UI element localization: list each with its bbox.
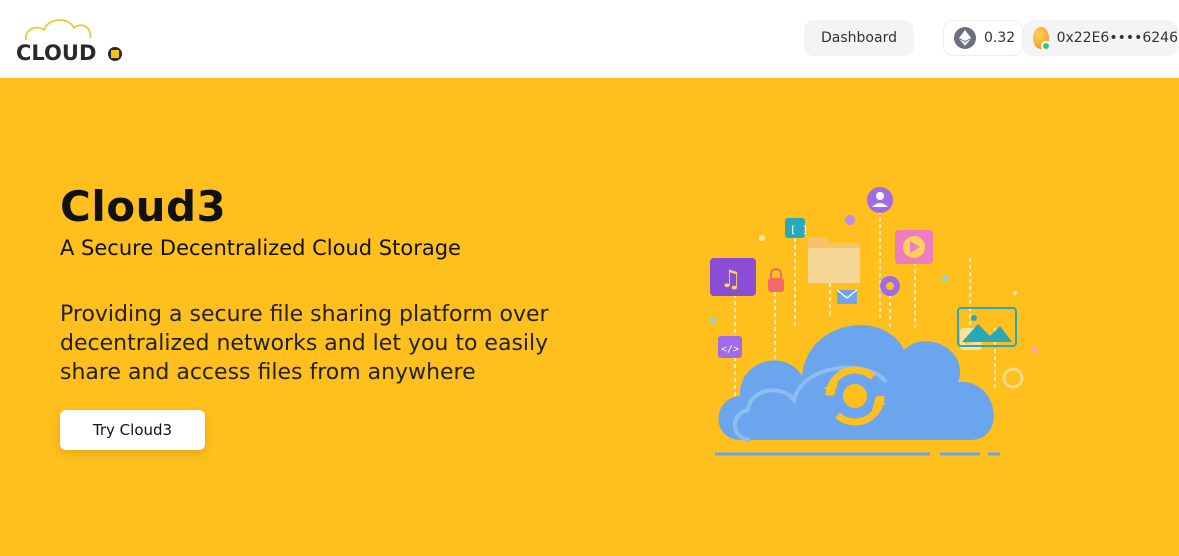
try-cloud3-button[interactable]: Try Cloud3 xyxy=(60,410,205,450)
try-cloud3-label: Try Cloud3 xyxy=(92,421,173,439)
hero-description: Providing a secure file sharing platform… xyxy=(60,302,549,385)
connected-status-icon xyxy=(1040,41,1051,51)
balance-value: 0.32 xyxy=(984,30,1016,46)
dashboard-label: Dashboard xyxy=(821,30,897,46)
cloud-storage-illustration: [ ] ♫ ⇄ xyxy=(690,178,1050,468)
svg-text:♫: ♫ xyxy=(720,265,742,293)
account-avatar xyxy=(1033,27,1051,51)
gear-icon xyxy=(1002,367,1024,389)
user-icon xyxy=(867,187,893,213)
ethereum-icon xyxy=(954,27,976,49)
wallet-address: 0x22E6••••6246 xyxy=(1056,30,1178,46)
music-icon: ♫ xyxy=(710,258,756,296)
image-gallery-icon xyxy=(957,307,1017,347)
svg-text:[ ]: [ ] xyxy=(790,225,808,236)
hero-title: Cloud3 xyxy=(60,182,227,231)
wallet-balance[interactable]: 0.32 xyxy=(943,20,1023,56)
folder-icon xyxy=(808,238,860,283)
video-player-icon xyxy=(895,230,933,264)
code-icon: [ ] xyxy=(785,218,808,238)
html-code-icon: </> xyxy=(718,336,742,358)
cloud3-logo[interactable]: CLOUD xyxy=(14,14,124,66)
settings-icon xyxy=(880,276,900,296)
dashboard-nav-button[interactable]: Dashboard xyxy=(804,20,914,56)
hero-section: Cloud3 A Secure Decentralized Cloud Stor… xyxy=(0,78,1179,556)
top-navbar: CLOUD Dashboard 0.32 0x22E6••••6246 xyxy=(0,0,1179,78)
hero-subtitle: A Secure Decentralized Cloud Storage xyxy=(60,236,461,260)
svg-text:</>: </> xyxy=(721,344,739,355)
logo-wordmark: CLOUD xyxy=(16,41,96,65)
wallet-account-button[interactable]: 0x22E6••••6246 xyxy=(1023,20,1178,56)
mail-icon xyxy=(836,289,858,304)
lock-icon xyxy=(768,268,784,292)
